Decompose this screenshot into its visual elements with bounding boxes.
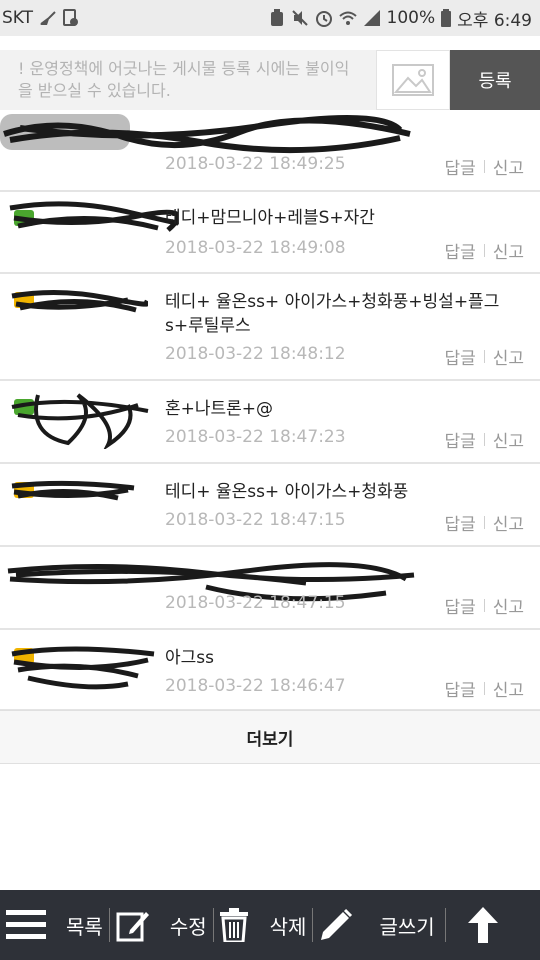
- divider: [108, 908, 110, 942]
- edit-button[interactable]: 수정: [116, 890, 207, 960]
- comment-actions: 답글 신고: [444, 510, 524, 535]
- comment-date: 2018-03-22 18:47:23: [165, 427, 346, 447]
- comment-item: 2018-03-22 18:49:25 답글 신고: [0, 110, 540, 192]
- comment-text: 혼+나트론+@: [165, 399, 274, 419]
- delete-label: 삭제: [269, 914, 307, 939]
- divider: [483, 244, 485, 257]
- reply-link[interactable]: 답글: [444, 238, 475, 263]
- scroll-top-button[interactable]: [466, 890, 500, 960]
- comment-input[interactable]: ! 운영정책에 어긋나는 게시물 등록 시에는 불이익을 받으실 수 있습니다.: [0, 50, 376, 110]
- clock: 오후 6:49: [457, 10, 532, 31]
- comment-item: 혼+나트론+@ 2018-03-22 18:47:23 답글 신고: [0, 381, 540, 464]
- comment-item: 테디+ 율온ss+ 아이가스+청화풍+빙설+플그s+루틸루스 2018-03-2…: [0, 274, 540, 381]
- report-link[interactable]: 신고: [493, 593, 524, 618]
- report-link[interactable]: 신고: [493, 676, 524, 701]
- divider: [483, 599, 485, 612]
- divider: [483, 433, 485, 446]
- comment-date: 2018-03-22 18:47:15: [165, 593, 346, 613]
- file-sync-icon: [63, 9, 79, 26]
- divider: [312, 908, 314, 942]
- report-link[interactable]: 신고: [493, 510, 524, 535]
- battery-percent: 100%: [386, 8, 436, 28]
- comment-date: 2018-03-22 18:47:15: [165, 510, 346, 530]
- report-link[interactable]: 신고: [493, 238, 524, 263]
- comment-text: 아그ss: [165, 648, 214, 668]
- redaction-scribble: [9, 201, 178, 232]
- submit-button[interactable]: 등록: [450, 50, 540, 110]
- reply-link[interactable]: 답글: [444, 427, 475, 452]
- status-bar: SKT 100% 오후 6:49: [0, 0, 540, 36]
- reply-link[interactable]: 답글: [444, 676, 475, 701]
- report-link[interactable]: 신고: [493, 344, 524, 369]
- comment-actions: 답글 신고: [444, 676, 524, 701]
- redaction-scribble: [11, 646, 155, 690]
- image-icon: [392, 64, 434, 96]
- list-label: 목록: [66, 914, 103, 939]
- arrow-up-icon: [467, 907, 498, 943]
- comment-composer: ! 운영정책에 어긋나는 게시물 등록 시에는 불이익을 받으실 수 있습니다.…: [0, 50, 540, 110]
- reply-link[interactable]: 답글: [444, 154, 475, 179]
- battery-icon: [441, 9, 452, 27]
- recycle-icon: [270, 9, 283, 26]
- list-button[interactable]: 목록: [0, 890, 103, 960]
- comment-actions: 답글 신고: [444, 344, 524, 369]
- comment-date: 2018-03-22 18:49:25: [165, 154, 346, 174]
- comment-date: 2018-03-22 18:48:12: [165, 344, 346, 364]
- broom-icon: [40, 11, 56, 25]
- photo-attach-button[interactable]: [376, 50, 450, 110]
- load-more-button[interactable]: 더보기: [0, 710, 540, 764]
- divider: [212, 908, 214, 942]
- reply-link[interactable]: 답글: [444, 593, 475, 618]
- redaction-scribble: [0, 114, 411, 154]
- comment-actions: 답글 신고: [444, 427, 524, 452]
- alarm-icon: [315, 11, 332, 27]
- comment-list: 2018-03-22 18:49:25 답글 신고 테디+맘므니아+레블S+자간…: [0, 110, 540, 711]
- comment-item: 테디+ 율온ss+ 아이가스+청화풍 2018-03-22 18:47:15 답…: [0, 464, 540, 547]
- comment-text: 테디+ 율온ss+ 아이가스+청화풍: [165, 482, 409, 502]
- divider: [444, 908, 446, 942]
- edit-icon: [116, 912, 149, 942]
- comment-date: 2018-03-22 18:49:08: [165, 238, 346, 258]
- redaction-scribble: [11, 480, 135, 501]
- comment-actions: 답글 신고: [444, 593, 524, 618]
- redaction-scribble: [11, 393, 149, 449]
- trash-icon: [219, 908, 248, 942]
- comment-item: 2018-03-22 18:47:15 답글 신고: [0, 547, 540, 630]
- divider: [483, 160, 485, 173]
- write-button[interactable]: 글쓰기: [319, 890, 435, 960]
- write-label: 글쓰기: [379, 914, 435, 939]
- comment-text: 테디+맘므니아+레블S+자간: [165, 208, 375, 228]
- comment-date: 2018-03-22 18:46:47: [165, 676, 346, 696]
- report-link[interactable]: 신고: [493, 154, 524, 179]
- comment-item: 아그ss 2018-03-22 18:46:47 답글 신고: [0, 630, 540, 711]
- divider: [483, 350, 485, 363]
- divider: [483, 516, 485, 529]
- reply-link[interactable]: 답글: [444, 344, 475, 369]
- wifi-icon: [338, 11, 357, 25]
- mute-icon: [291, 10, 308, 26]
- comment-item: 테디+맘므니아+레블S+자간 2018-03-22 18:49:08 답글 신고: [0, 192, 540, 274]
- comment-text: 테디+ 율온ss+ 아이가스+청화풍+빙설+플그s+루틸루스: [165, 292, 500, 336]
- divider: [483, 682, 485, 695]
- reply-link[interactable]: 답글: [444, 510, 475, 535]
- comment-actions: 답글 신고: [444, 238, 524, 263]
- redaction-scribble: [11, 289, 148, 313]
- menu-icon: [6, 910, 46, 939]
- bottom-toolbar: 목록 수정 삭제 글쓰기: [0, 890, 540, 960]
- pencil-icon: [321, 908, 353, 940]
- edit-label: 수정: [169, 914, 207, 939]
- comment-actions: 답글 신고: [444, 154, 524, 179]
- signal-icon: [363, 10, 380, 26]
- report-link[interactable]: 신고: [493, 427, 524, 452]
- carrier-label: SKT: [2, 8, 34, 28]
- delete-button[interactable]: 삭제: [219, 890, 307, 960]
